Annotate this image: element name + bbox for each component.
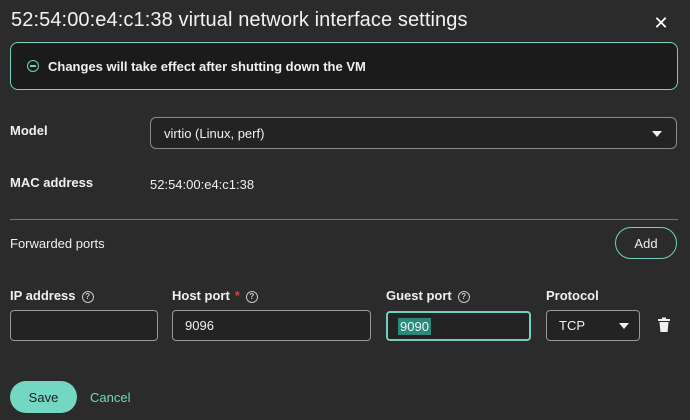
- model-select[interactable]: virtio (Linux, perf): [150, 117, 677, 149]
- close-icon[interactable]: ✕: [650, 12, 672, 34]
- alert-text: Changes will take effect after shutting …: [48, 58, 366, 74]
- add-port-button[interactable]: Add: [615, 227, 677, 259]
- chevron-down-icon: [652, 131, 662, 137]
- protocol-label: Protocol: [546, 288, 599, 303]
- trash-icon[interactable]: [657, 317, 671, 333]
- model-select-value: virtio (Linux, perf): [164, 125, 265, 141]
- guest-port-label-text: Guest port: [386, 288, 452, 303]
- section-divider: [10, 219, 678, 220]
- guest-port-label: Guest port?: [386, 288, 470, 303]
- chevron-down-icon: [619, 323, 629, 329]
- host-port-label-text: Host port: [172, 288, 230, 303]
- protocol-select-value: TCP: [559, 318, 585, 333]
- help-icon[interactable]: ?: [245, 290, 258, 303]
- host-port-value: 9096: [185, 318, 214, 333]
- guest-port-value: 9090: [398, 317, 431, 335]
- guest-port-input[interactable]: 9090: [386, 311, 531, 341]
- forwarded-ports-label: Forwarded ports: [10, 236, 105, 251]
- ip-address-label-text: IP address: [10, 288, 76, 303]
- protocol-select[interactable]: TCP: [546, 310, 640, 341]
- host-port-input[interactable]: 9096: [172, 310, 371, 341]
- ip-address-input[interactable]: [10, 310, 158, 341]
- help-icon[interactable]: ?: [457, 290, 470, 303]
- host-port-label: Host port *?: [172, 288, 258, 303]
- mac-address-value: 52:54:00:e4:c1:38: [150, 177, 255, 192]
- cancel-button[interactable]: Cancel: [90, 390, 130, 405]
- save-button[interactable]: Save: [10, 381, 77, 413]
- info-alert: Changes will take effect after shutting …: [10, 42, 678, 90]
- ip-address-label: IP address?: [10, 288, 94, 303]
- help-icon[interactable]: ?: [81, 290, 94, 303]
- required-mark: *: [234, 288, 240, 303]
- model-label: Model: [10, 123, 48, 138]
- mac-address-label: MAC address: [10, 175, 94, 190]
- info-circle-icon: [27, 60, 39, 72]
- dialog-title: 52:54:00:e4:c1:38 virtual network interf…: [11, 9, 468, 31]
